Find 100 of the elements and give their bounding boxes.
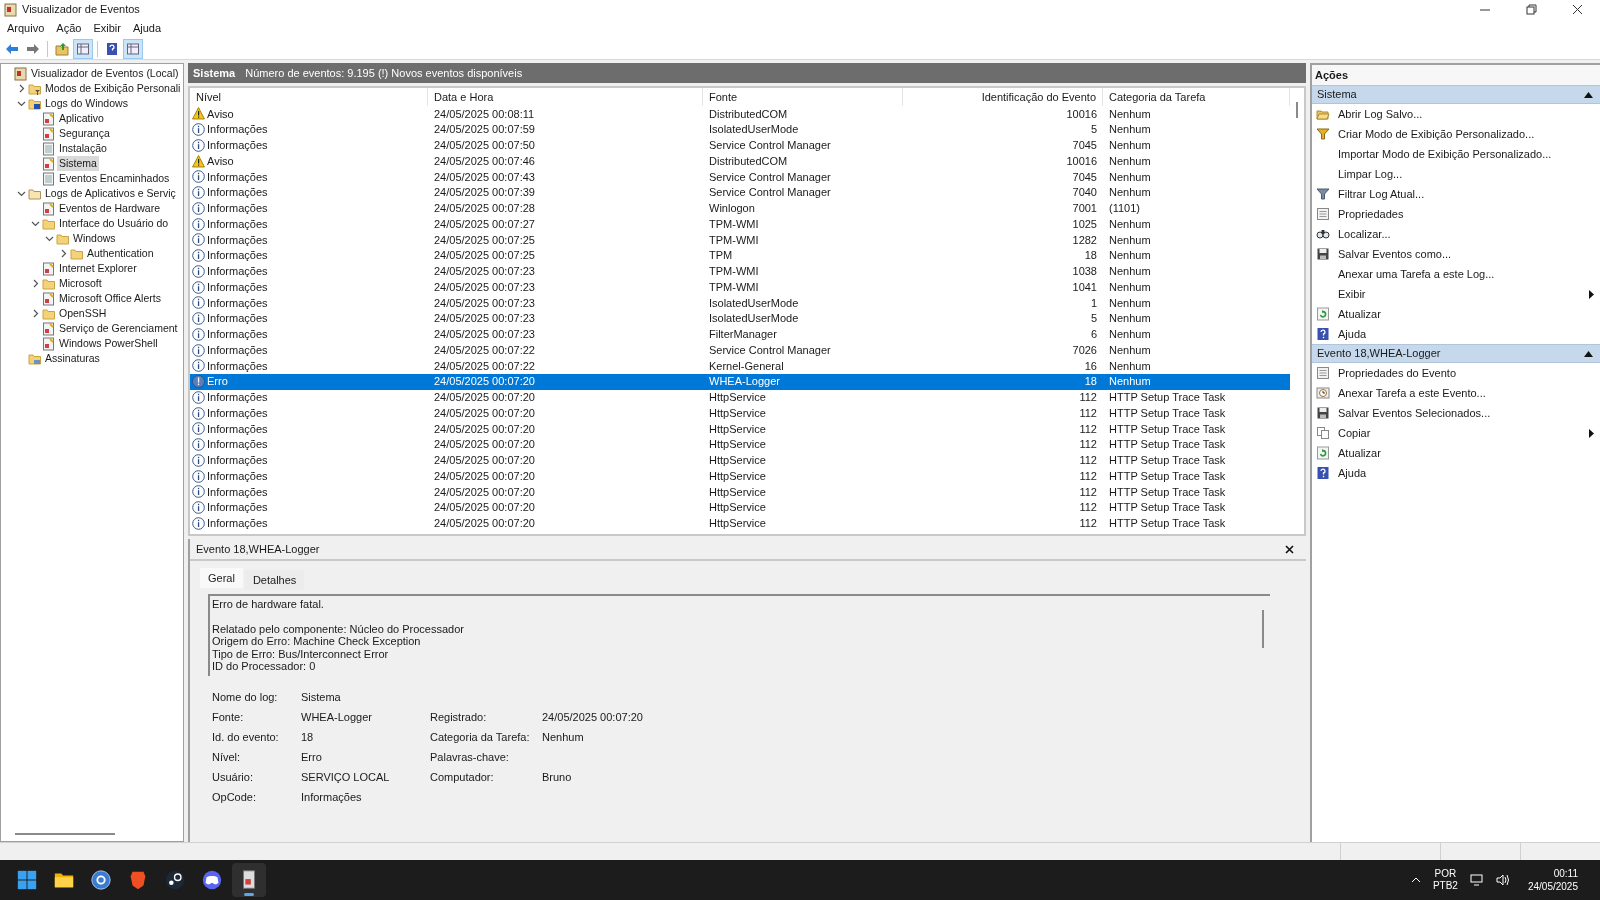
action-link[interactable]: Anexar uma Tarefa a este Log...	[1338, 265, 1495, 283]
table-cell-text: 24/05/2025 00:07:20	[433, 516, 536, 532]
tree-item[interactable]: Microsoft Office Alerts	[57, 290, 163, 307]
event-row[interactable]: Informações 24/05/2025 00:07:43 Service Control Manager 7045 Nenhum	[190, 169, 1290, 185]
action-link[interactable]: Atualizar	[1338, 305, 1381, 323]
event-row[interactable]: Informações 24/05/2025 00:07:50 Service Control Manager 7045 Nenhum	[190, 137, 1290, 154]
action-link[interactable]: Salvar Eventos Selecionados...	[1338, 404, 1491, 422]
action-link[interactable]: Propriedades	[1338, 205, 1404, 223]
event-row[interactable]: Informações 24/05/2025 00:07:20 HttpService 112 HTTP Setup Trace Task	[190, 436, 1290, 453]
action-link[interactable]: Limpar Log...	[1338, 165, 1403, 183]
event-row[interactable]: Informações 24/05/2025 00:07:22 Kernel-General 16 Nenhum	[190, 358, 1290, 374]
action-link[interactable]: Localizar...	[1338, 225, 1391, 243]
column-header[interactable]: Categoria da Tarefa	[1103, 88, 1290, 106]
action-link[interactable]: Salvar Eventos como...	[1338, 245, 1452, 263]
event-row[interactable]: Informações 24/05/2025 00:07:20 HttpService 112 HTTP Setup Trace Task	[190, 421, 1290, 437]
table-cell-text: 5	[1089, 311, 1098, 327]
action-link[interactable]: Ajuda	[1338, 464, 1367, 482]
table-cell-text: IsolatedUserMode	[708, 311, 800, 327]
collapse-icon[interactable]	[1584, 350, 1593, 357]
action-link[interactable]: Atualizar	[1338, 444, 1381, 462]
network-icon[interactable]	[1469, 874, 1484, 886]
action-link[interactable]: Propriedades do Evento	[1338, 364, 1457, 382]
tree-item[interactable]: OpenSSH	[57, 305, 109, 322]
section-header[interactable]: Sistema	[1312, 85, 1600, 104]
tree-item[interactable]: Instalação	[57, 140, 109, 157]
panel-layout-button[interactable]	[73, 38, 93, 59]
chevron-down-icon[interactable]	[16, 99, 26, 108]
tree-item[interactable]: Serviço de Gerenciament	[57, 320, 180, 337]
tree-item[interactable]: Eventos Encaminhados	[57, 170, 172, 187]
menu-item[interactable]: Ação	[52, 20, 86, 37]
column-header[interactable]: Fonte	[703, 88, 903, 106]
tree-item[interactable]: Aplicativo	[57, 110, 106, 127]
column-header[interactable]: Data e Hora	[428, 88, 703, 106]
event-row[interactable]: Aviso 24/05/2025 00:08:11 DistributedCOM 10016 Nenhum	[190, 106, 1290, 122]
collapse-icon[interactable]	[1584, 91, 1593, 98]
tree-item[interactable]: Visualizador de Eventos (Local)	[29, 65, 181, 82]
clock[interactable]: 00:11 24/05/2025	[1527, 867, 1578, 893]
close-icon[interactable]	[1285, 544, 1294, 554]
tab[interactable]: Geral	[200, 568, 243, 588]
action-link[interactable]: Copiar	[1338, 424, 1371, 442]
action-link[interactable]: Filtrar Log Atual...	[1338, 185, 1425, 203]
table-cell-text: 24/05/2025 00:07:23	[433, 264, 536, 280]
event-row[interactable]: Aviso 24/05/2025 00:07:46 DistributedCOM 10016 Nenhum	[190, 153, 1290, 169]
tree-item[interactable]: Eventos de Hardware	[57, 200, 162, 217]
event-row[interactable]: Erro 24/05/2025 00:07:20 WHEA-Logger 18 Nenhum	[190, 373, 1290, 390]
event-row[interactable]: Informações 24/05/2025 00:07:39 Service Control Manager 7040 Nenhum	[190, 184, 1290, 201]
tree-item[interactable]: Internet Explorer	[57, 260, 139, 277]
chevron-down-icon[interactable]	[44, 234, 54, 243]
menu-item[interactable]: Arquivo	[3, 20, 49, 37]
action-link[interactable]: Anexar Tarefa a este Evento...	[1338, 384, 1486, 402]
table-cell-text: (1101)	[1108, 201, 1141, 217]
chevron-up-icon[interactable]	[1410, 877, 1421, 883]
event-row[interactable]: Informações 24/05/2025 00:07:23 TPM-WMI 1038 Nenhum	[190, 263, 1290, 280]
chevron-down-icon[interactable]	[16, 189, 26, 198]
event-row[interactable]: Informações 24/05/2025 00:07:23 IsolatedUserMode 1 Nenhum	[190, 295, 1290, 311]
column-header[interactable]: Identificação do Evento	[903, 88, 1103, 106]
tree-item[interactable]: Windows PowerShell	[57, 335, 160, 352]
volume-icon[interactable]	[1495, 874, 1510, 886]
tree-item[interactable]: Segurança	[57, 125, 112, 142]
table-cell-text: Nenhum	[1108, 327, 1152, 343]
tree-item[interactable]: Logs do Windows	[43, 95, 130, 112]
event-row[interactable]: Informações 24/05/2025 00:07:20 HttpService 112 HTTP Setup Trace Task	[190, 452, 1290, 469]
tree-item[interactable]: Windows	[71, 230, 118, 247]
panel-layout-button[interactable]	[123, 38, 143, 59]
event-row[interactable]: Informações 24/05/2025 00:07:20 HttpService 112 HTTP Setup Trace Task	[190, 515, 1290, 532]
event-row[interactable]: Informações 24/05/2025 00:07:20 HttpService 112 HTTP Setup Trace Task	[190, 499, 1290, 516]
tree-item[interactable]: Logs de Aplicativos e Serviç	[43, 185, 178, 202]
event-row[interactable]: Informações 24/05/2025 00:07:22 Service Control Manager 7026 Nenhum	[190, 342, 1290, 358]
tree-item[interactable]: Authentication	[85, 245, 156, 262]
event-row[interactable]: Informações 24/05/2025 00:07:25 TPM-WMI 1282 Nenhum	[190, 232, 1290, 248]
section-header[interactable]: Evento 18,WHEA-Logger	[1312, 344, 1600, 363]
action-link[interactable]: Ajuda	[1338, 325, 1367, 343]
action-link[interactable]: Criar Modo de Exibição Personalizado...	[1338, 125, 1535, 143]
event-row[interactable]: Informações 24/05/2025 00:07:59 IsolatedUserMode 5 Nenhum	[190, 121, 1290, 138]
taskbar-app[interactable]	[232, 863, 266, 897]
tree-item[interactable]: Microsoft	[57, 275, 104, 292]
tree-item[interactable]: Interface do Usuário do	[57, 215, 171, 232]
event-row[interactable]: Informações 24/05/2025 00:07:20 HttpService 112 HTTP Setup Trace Task	[190, 389, 1290, 406]
event-row[interactable]: Informações 24/05/2025 00:07:20 HttpService 112 HTTP Setup Trace Task	[190, 468, 1290, 484]
action-link[interactable]: Exibir	[1338, 285, 1366, 303]
event-row[interactable]: Informações 24/05/2025 00:07:25 TPM 18 Nenhum	[190, 247, 1290, 264]
chevron-down-icon[interactable]	[30, 219, 40, 228]
menu-item[interactable]: Exibir	[89, 20, 125, 37]
column-header[interactable]: Nível	[190, 88, 428, 106]
table-cell-text: 24/05/2025 00:07:20	[433, 421, 536, 437]
language-indicator[interactable]: POR PTB2	[1432, 868, 1458, 892]
action-link[interactable]: Abrir Log Salvo...	[1338, 105, 1423, 123]
tab[interactable]: Detalhes	[244, 570, 305, 590]
tree-item[interactable]: Sistema	[57, 155, 99, 172]
event-row[interactable]: Informações 24/05/2025 00:07:28 Winlogon 7001 (1101)	[190, 200, 1290, 217]
tree-item[interactable]: Assinaturas	[43, 350, 102, 367]
event-row[interactable]: Informações 24/05/2025 00:07:20 HttpService 112 HTTP Setup Trace Task	[190, 484, 1290, 500]
event-row[interactable]: Informações 24/05/2025 00:07:23 TPM-WMI 1041 Nenhum	[190, 279, 1290, 295]
event-row[interactable]: Informações 24/05/2025 00:07:23 IsolatedUserMode 5 Nenhum	[190, 310, 1290, 327]
event-row[interactable]: Informações 24/05/2025 00:07:27 TPM-WMI 1025 Nenhum	[190, 216, 1290, 232]
tree-item[interactable]: Modos de Exibição Personali	[43, 80, 183, 97]
action-link[interactable]: Importar Modo de Exibição Personalizado...	[1338, 145, 1552, 163]
event-row[interactable]: Informações 24/05/2025 00:07:23 FilterManager 6 Nenhum	[190, 326, 1290, 343]
event-row[interactable]: Informações 24/05/2025 00:07:20 HttpService 112 HTTP Setup Trace Task	[190, 405, 1290, 421]
menu-item[interactable]: Ajuda	[128, 20, 166, 37]
